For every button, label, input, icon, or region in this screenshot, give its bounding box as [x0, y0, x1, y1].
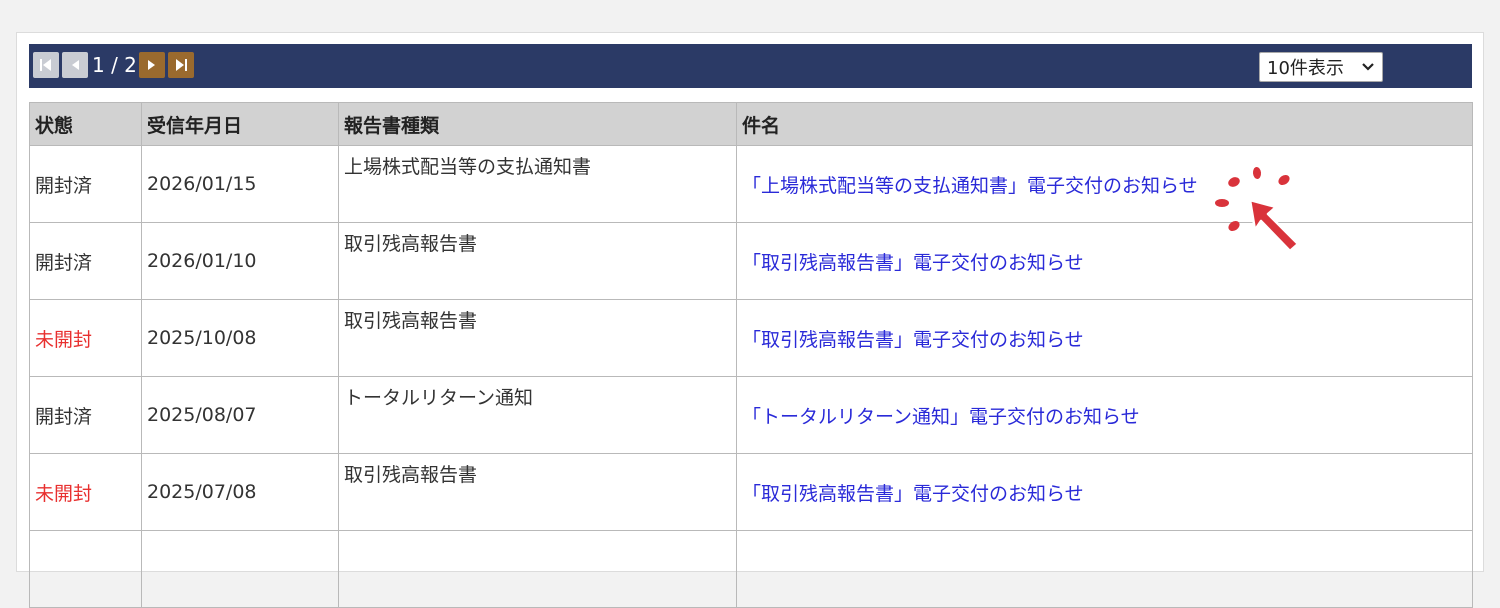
subject-link[interactable]: 「取引残高報告書」電子交付のお知らせ: [742, 329, 1084, 351]
per-page-select[interactable]: 10件表示: [1259, 52, 1383, 82]
next-page-button[interactable]: [138, 52, 165, 78]
status-cell: [29, 530, 142, 608]
date-cell: 2025/10/08: [141, 299, 339, 377]
first-page-icon: [40, 59, 51, 71]
status-cell: 開封済: [29, 376, 142, 454]
table-row: 開封済 2026/01/15 上場株式配当等の支払通知書 「上場株式配当等の支払…: [29, 145, 1473, 223]
table-row: 開封済 2026/01/10 取引残高報告書 「取引残高報告書」電子交付のお知ら…: [29, 222, 1473, 300]
subject-cell: [736, 530, 1473, 608]
subject-link[interactable]: 「上場株式配当等の支払通知書」電子交付のお知らせ: [742, 175, 1198, 197]
prev-page-button[interactable]: [62, 52, 88, 78]
report-type-cell: 取引残高報告書: [338, 453, 737, 531]
last-page-icon: [175, 59, 187, 71]
table-header-row: 状態 受信年月日 報告書種類 件名: [29, 102, 1473, 146]
subject-cell: 「取引残高報告書」電子交付のお知らせ: [736, 299, 1473, 377]
header-status: 状態: [29, 102, 142, 146]
subject-link[interactable]: 「トータルリターン通知」電子交付のお知らせ: [742, 406, 1140, 428]
status-cell: 開封済: [29, 222, 142, 300]
subject-cell: 「取引残高報告書」電子交付のお知らせ: [736, 453, 1473, 531]
subject-link[interactable]: 「取引残高報告書」電子交付のお知らせ: [742, 252, 1084, 274]
next-page-icon: [147, 60, 155, 70]
prev-page-icon: [72, 60, 79, 70]
table-row: 未開封 2025/10/08 取引残高報告書 「取引残高報告書」電子交付のお知ら…: [29, 299, 1473, 377]
report-type-cell: [338, 530, 737, 608]
table-row: 開封済 2025/08/07 トータルリターン通知 「トータルリターン通知」電子…: [29, 376, 1473, 454]
pager-toolbar: 1 / 2 10件表示: [29, 44, 1472, 88]
subject-cell: 「トータルリターン通知」電子交付のお知らせ: [736, 376, 1473, 454]
last-page-button[interactable]: [167, 52, 194, 78]
header-received-date: 受信年月日: [141, 102, 339, 146]
pager: 1 / 2: [33, 52, 197, 78]
status-cell: 開封済: [29, 145, 142, 223]
report-type-cell: トータルリターン通知: [338, 376, 737, 454]
table-row: [29, 530, 1473, 608]
header-subject: 件名: [736, 102, 1473, 146]
page-indicator: 1 / 2: [92, 53, 137, 77]
header-report-type: 報告書種類: [338, 102, 737, 146]
report-type-cell: 取引残高報告書: [338, 299, 737, 377]
per-page-value: 10件表示: [1267, 58, 1344, 79]
date-cell: 2026/01/10: [141, 222, 339, 300]
report-type-cell: 取引残高報告書: [338, 222, 737, 300]
status-cell: 未開封: [29, 453, 142, 531]
date-cell: 2025/07/08: [141, 453, 339, 531]
date-cell: 2026/01/15: [141, 145, 339, 223]
subject-link[interactable]: 「取引残高報告書」電子交付のお知らせ: [742, 483, 1084, 505]
report-type-cell: 上場株式配当等の支払通知書: [338, 145, 737, 223]
first-page-button[interactable]: [33, 52, 59, 78]
chevron-down-icon: [1362, 63, 1374, 71]
subject-cell: 「取引残高報告書」電子交付のお知らせ: [736, 222, 1473, 300]
table-row: 未開封 2025/07/08 取引残高報告書 「取引残高報告書」電子交付のお知ら…: [29, 453, 1473, 531]
status-cell: 未開封: [29, 299, 142, 377]
date-cell: [141, 530, 339, 608]
subject-cell: 「上場株式配当等の支払通知書」電子交付のお知らせ: [736, 145, 1473, 223]
report-table: 状態 受信年月日 報告書種類 件名 開封済 2026/01/15 上場株式配当等…: [29, 102, 1473, 608]
date-cell: 2025/08/07: [141, 376, 339, 454]
